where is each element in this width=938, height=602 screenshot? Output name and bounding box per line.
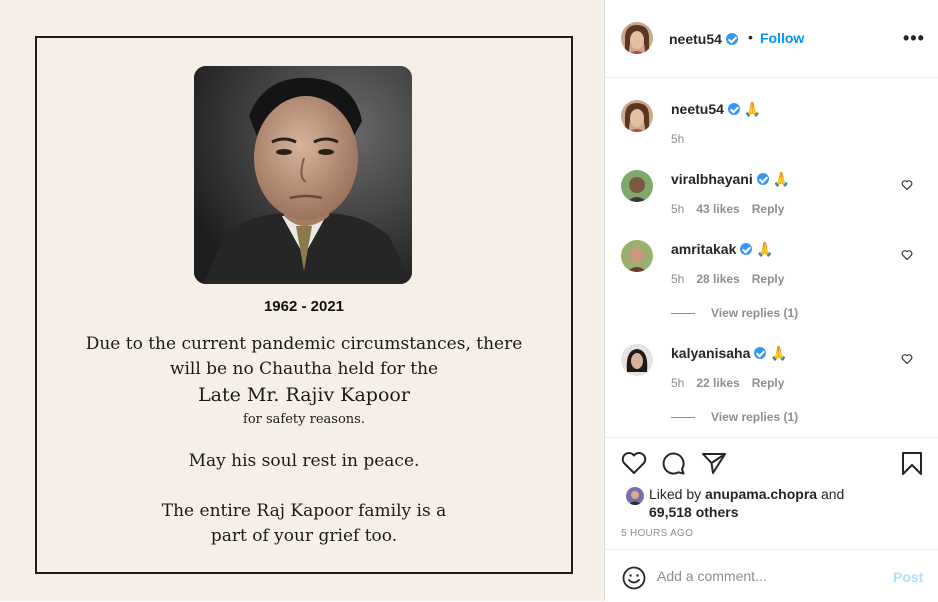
like-heart-icon[interactable] [621,451,647,475]
likes-count[interactable]: 69,518 others [649,504,739,520]
deceased-name: Late Mr. Rajiv Kapoor [198,384,410,406]
post-timestamp[interactable]: 5 HOURS AGO [621,528,693,539]
liked-by-prefix: Liked by [649,486,706,502]
caption: neetu54 🙏 [671,101,761,118]
divider [671,417,695,419]
username[interactable]: viralbhayani [671,171,753,187]
comment-meta: 5h 43 likes Reply [671,202,796,216]
view-replies-button[interactable]: View replies (1) [671,306,798,320]
likes-count[interactable]: 28 likes [696,272,739,286]
life-years: 1962 - 2021 [263,298,345,315]
reply-button[interactable]: Reply [752,202,785,216]
liked-by-conjunction: and [817,486,845,502]
more-options-icon[interactable]: ••• [903,28,925,49]
follow-button[interactable]: Follow [760,30,804,46]
memorial-card: 1962 - 2021 Due to the current pandemic … [35,36,573,574]
message-line: The entire Raj Kapoor family is a [161,501,447,521]
post-comment-button[interactable]: Post [893,569,923,585]
caption-meta: 5h [671,132,696,146]
portrait-photo [194,66,412,284]
likes-count[interactable]: 43 likes [696,202,739,216]
share-send-icon[interactable] [701,451,727,475]
view-replies-label[interactable]: View replies (1) [711,306,798,320]
post-sidebar: neetu54 • Follow ••• neetu54 🙏 5h viralbh… [604,0,938,601]
liker-username[interactable]: anupama.chopra [705,486,817,502]
username[interactable]: amritakak [671,241,736,257]
liker-avatar[interactable] [625,486,645,506]
timestamp[interactable]: 5h [671,272,684,286]
divider [671,313,695,315]
verified-badge-icon [740,243,753,255]
verified-badge-icon [727,103,740,115]
comment-text: 🙏 [756,241,774,257]
add-comment-bar: Post [605,549,938,602]
avatar[interactable] [621,22,653,54]
comment: amritakak 🙏 [671,241,774,258]
post-header: neetu54 • Follow ••• [605,0,938,78]
avatar[interactable] [621,240,653,272]
verified-badge-icon [725,33,738,45]
verified-badge-icon [756,173,769,185]
emoji-icon[interactable] [622,566,646,590]
likes-count[interactable]: 22 likes [696,376,739,390]
view-replies-label[interactable]: View replies (1) [711,410,798,424]
timestamp[interactable]: 5h [671,202,684,216]
like-comment-icon[interactable] [901,249,913,261]
username[interactable]: kalyanisaha [671,345,750,361]
verified-badge-icon [754,347,767,359]
bookmark-icon[interactable] [901,451,923,476]
caption-text: 🙏 [743,101,762,117]
comment-text: 🙏 [770,345,788,361]
reply-button[interactable]: Reply [752,272,785,286]
message-line: part of your grief too. [210,526,398,546]
comment-meta: 5h 22 likes Reply [671,376,796,390]
avatar[interactable] [621,100,653,132]
username[interactable]: neetu54 [671,101,724,117]
message-line: Due to the current pandemic circumstance… [85,334,523,354]
comment-text: 🙏 [772,171,791,187]
timestamp[interactable]: 5h [671,132,684,146]
message-line: for safety reasons. [243,412,365,427]
comment-meta: 5h 28 likes Reply [671,272,796,286]
message-line: May his soul rest in peace. [188,451,420,471]
timestamp[interactable]: 5h [671,376,684,390]
post-author[interactable]: neetu54 [669,31,738,47]
comment-input[interactable] [655,564,879,588]
avatar[interactable] [621,170,653,202]
like-comment-icon[interactable] [901,353,913,365]
comment: kalyanisaha 🙏 [671,345,788,362]
liked-by-summary: Liked by anupama.chopra and 69,518 other… [649,485,844,521]
comment: viralbhayani 🙏 [671,171,790,188]
comment-bubble-icon[interactable] [661,451,686,476]
message-line: will be no Chautha held for the [169,359,439,379]
username[interactable]: neetu54 [669,31,722,47]
view-replies-button[interactable]: View replies (1) [671,410,798,424]
avatar[interactable] [621,344,653,376]
separator-dot: • [748,29,753,45]
post-image: 1962 - 2021 Due to the current pandemic … [0,0,604,601]
like-comment-icon[interactable] [901,179,913,191]
reply-button[interactable]: Reply [752,376,785,390]
post-actions: Liked by anupama.chopra and 69,518 other… [605,437,938,550]
